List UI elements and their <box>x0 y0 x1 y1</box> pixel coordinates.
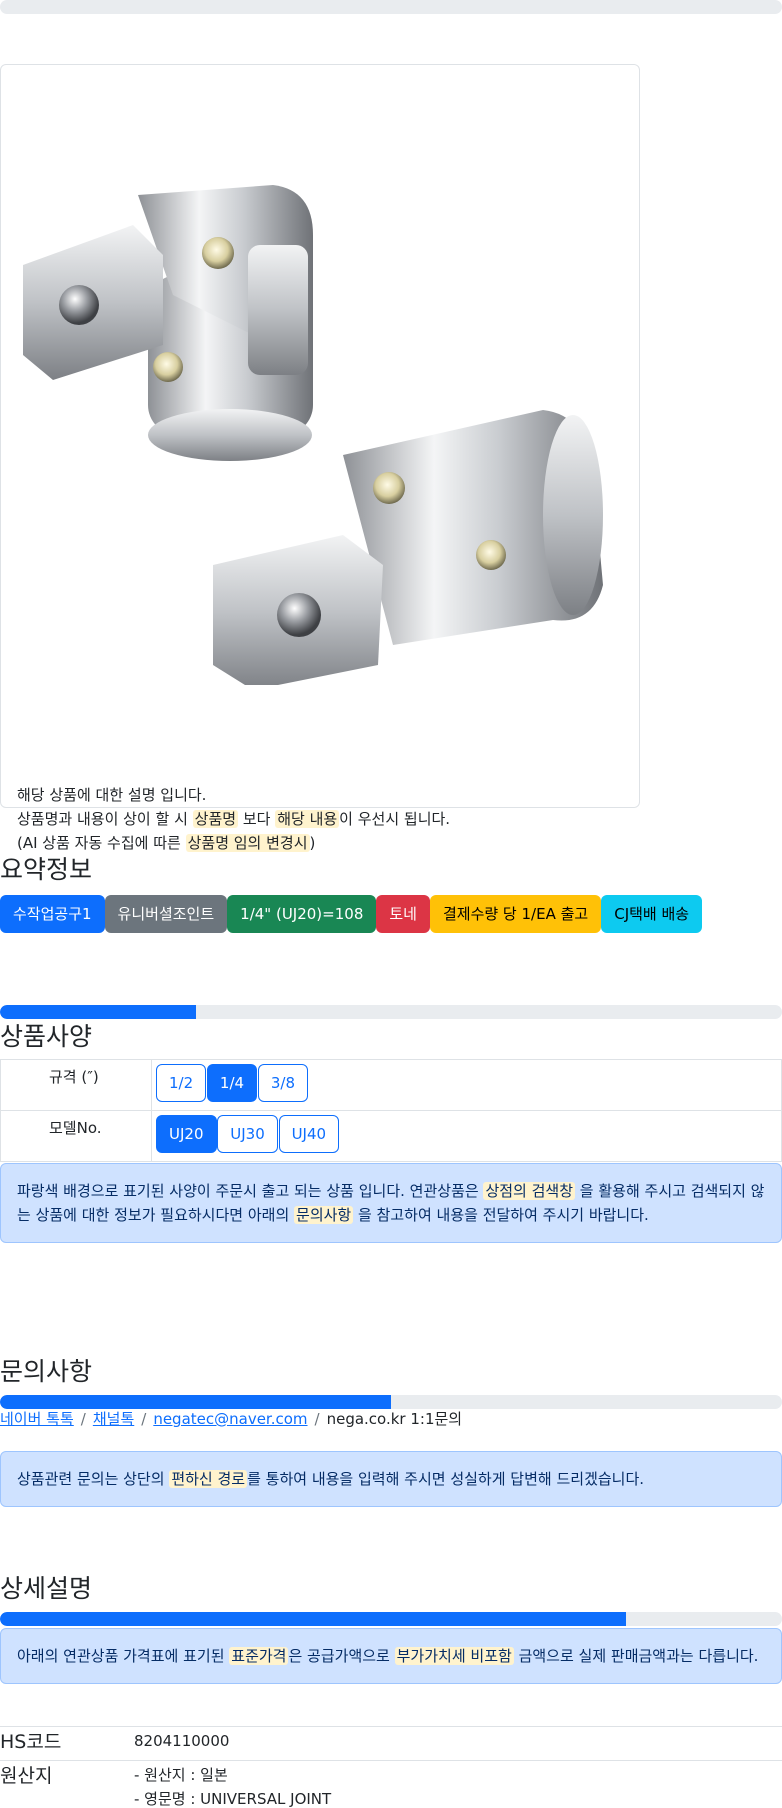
badge-brand: 토네 <box>376 895 430 933</box>
alert-text: 파랑색 배경으로 표기된 사양이 주문시 출고 되는 상품 입니다. 연관상품은 <box>17 1182 484 1200</box>
badge-quantity: 결제수량 당 1/EA 출고 <box>429 895 602 933</box>
spec-alert: 파랑색 배경으로 표기된 사양이 주문시 출고 되는 상품 입니다. 연관상품은… <box>0 1163 782 1243</box>
spec-table: 규격 (″) 1/2 1/4 3/8 모델No. UJ20 UJ30 UJ40 <box>0 1059 782 1162</box>
spec-row-model: 모델No. UJ20 UJ30 UJ40 <box>0 1110 782 1162</box>
product-notes: 해당 상품에 대한 설명 입니다. 상품명과 내용이 상이 할 시 상품명 보다… <box>17 783 450 855</box>
spec-progress-bar <box>0 1005 782 1019</box>
option-model-uj40[interactable]: UJ40 <box>278 1115 340 1153</box>
info-value-hs-code: 8204110000 <box>134 1732 230 1750</box>
link-separator: / <box>141 1410 147 1428</box>
alert-text: 은 공급가액으로 <box>288 1647 395 1665</box>
info-key-origin: 원산지 <box>0 1765 53 1787</box>
notes-text: 이 우선시 됩니다. <box>339 810 451 828</box>
site-inquiry-text: nega.co.kr 1:1문의 <box>326 1410 463 1428</box>
link-separator: / <box>314 1410 320 1428</box>
notes-highlight: 상품명 <box>192 810 239 828</box>
spec-options-size: 1/2 1/4 3/8 <box>151 1059 782 1111</box>
notes-highlight: 해당 내용 <box>275 810 340 828</box>
origin-country: - 원산지 : 일본 <box>134 1766 228 1784</box>
link-channel-talk[interactable]: 채널톡 <box>93 1410 134 1428</box>
info-value-origin: - 원산지 : 일본 - 영문명 : UNIVERSAL JOINT <box>134 1763 331 1808</box>
notes-line-2: 상품명과 내용이 상이 할 시 상품명 보다 해당 내용 이 우선시 됩니다. <box>17 807 450 831</box>
alert-highlight-route: 편하신 경로 <box>169 1470 248 1488</box>
spec-options-model: UJ20 UJ30 UJ40 <box>151 1110 782 1162</box>
badge-spec: 1/4" (UJ20)=108 <box>227 895 377 933</box>
spec-row-size: 규격 (″) 1/2 1/4 3/8 <box>0 1059 782 1111</box>
info-row-origin: 원산지 - 원산지 : 일본 - 영문명 : UNIVERSAL JOINT <box>0 1760 782 1808</box>
inquiry-progress-fill <box>0 1395 391 1409</box>
link-naver-talk[interactable]: 네이버 톡톡 <box>0 1410 74 1428</box>
info-key-hs-code: HS코드 <box>0 1731 62 1753</box>
notes-line-1: 해당 상품에 대한 설명 입니다. <box>17 786 207 804</box>
detail-title: 상세설명 <box>0 1574 93 1603</box>
notes-text: 보다 <box>238 810 276 828</box>
summary-badges: 수작업공구1 유니버셜조인트 1/4" (UJ20)=108 토네 결제수량 당… <box>0 895 703 933</box>
option-size-1-2[interactable]: 1/2 <box>156 1064 207 1102</box>
badge-category: 수작업공구1 <box>0 895 105 933</box>
notes-text: 상품명과 내용이 상이 할 시 <box>17 810 193 828</box>
alert-highlight-search: 상점의 검색창 <box>483 1182 576 1200</box>
link-separator: / <box>80 1410 86 1428</box>
option-model-uj30[interactable]: UJ30 <box>217 1115 278 1153</box>
option-size-1-4[interactable]: 1/4 <box>206 1064 258 1102</box>
notes-highlight: 상품명 임의 변경시 <box>185 834 310 852</box>
alert-text: 를 통하여 내용을 입력해 주시면 성실하게 답변해 드리겠습니다. <box>247 1470 645 1488</box>
alert-text: 상품관련 문의는 상단의 <box>17 1470 170 1488</box>
upper-joint-shape <box>23 185 313 461</box>
product-image <box>23 185 603 685</box>
alert-highlight-vat: 부가가치세 비포함 <box>394 1647 514 1665</box>
detail-progress-bar <box>0 1612 782 1626</box>
notes-text: ) <box>309 834 316 852</box>
alert-highlight-price: 표준가격 <box>229 1647 289 1665</box>
spec-label-model: 모델No. <box>0 1110 152 1162</box>
origin-english-name: - 영문명 : UNIVERSAL JOINT <box>134 1790 332 1808</box>
option-model-uj20[interactable]: UJ20 <box>156 1115 217 1153</box>
badge-shipping: CJ택배 배송 <box>601 895 703 933</box>
alert-text: 아래의 연관상품 가격표에 표기된 <box>17 1647 230 1665</box>
inquiry-alert: 상품관련 문의는 상단의 편하신 경로 를 통하여 내용을 입력해 주시면 성실하… <box>0 1451 782 1507</box>
alert-highlight-inquiry: 문의사항 <box>294 1206 354 1224</box>
inquiry-title: 문의사항 <box>0 1357 93 1386</box>
option-size-3-8[interactable]: 3/8 <box>257 1064 308 1102</box>
spec-title: 상품사양 <box>0 1022 93 1051</box>
summary-title: 요약정보 <box>0 855 93 884</box>
inquiry-links: 네이버 톡톡 / 채널톡 / negatec@naver.com / nega.co.kr … <box>0 1408 462 1429</box>
detail-progress-fill <box>0 1612 626 1626</box>
alert-text: 금액으로 실제 판매금액과는 다릅니다. <box>513 1647 759 1665</box>
link-email[interactable]: negatec@naver.com <box>153 1410 307 1428</box>
inquiry-progress-bar <box>0 1395 782 1409</box>
top-progress-bar <box>0 0 782 14</box>
badge-type: 유니버셜조인트 <box>104 895 228 933</box>
spec-label-size: 규격 (″) <box>0 1059 152 1111</box>
detail-alert: 아래의 연관상품 가격표에 표기된 표준가격 은 공급가액으로 부가가치세 비포함… <box>0 1628 782 1684</box>
info-row-hs-code: HS코드 8204110000 <box>0 1726 782 1760</box>
product-card: 해당 상품에 대한 설명 입니다. 상품명과 내용이 상이 할 시 상품명 보다… <box>0 64 640 852</box>
alert-text: 을 참고하여 내용을 전달하여 주시기 바랍니다. <box>353 1206 649 1224</box>
